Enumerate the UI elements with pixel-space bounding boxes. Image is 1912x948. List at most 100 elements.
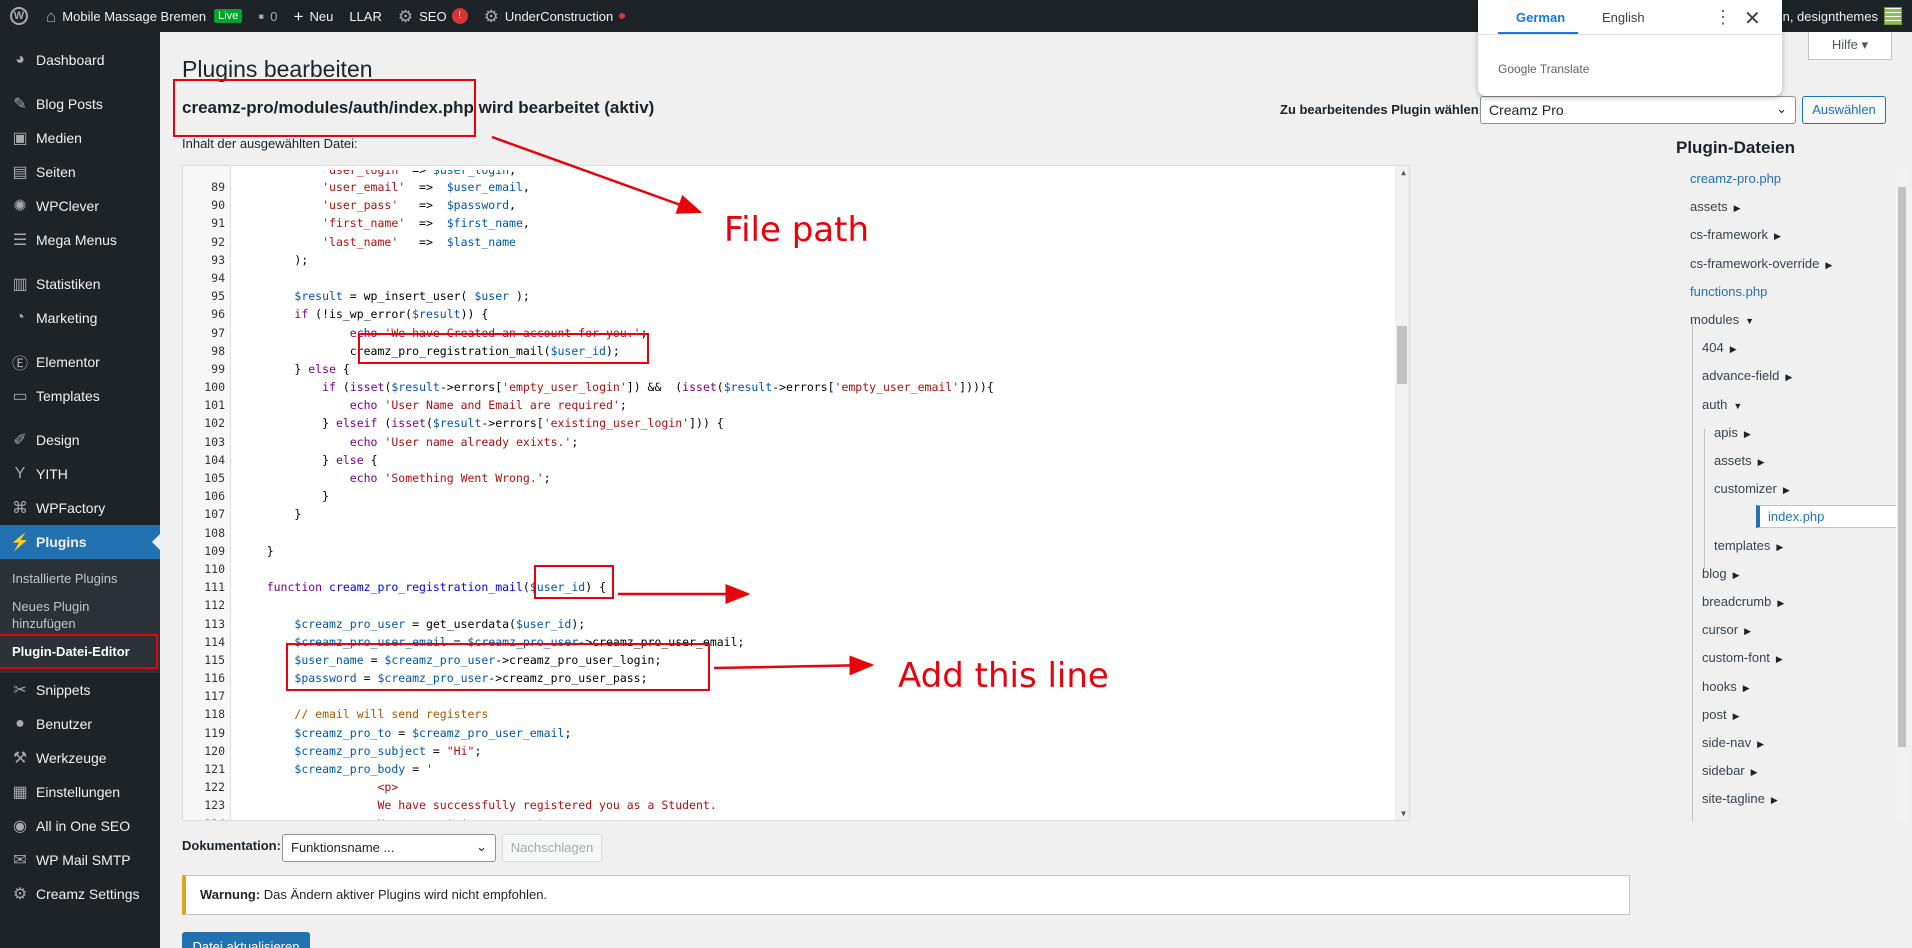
- file-tree-item[interactable]: cs-framework ▶: [1690, 227, 1781, 242]
- code-line[interactable]: 123 We have successfully registered you …: [183, 796, 1409, 814]
- file-tree-item[interactable]: assets ▶: [1714, 453, 1765, 468]
- code-line[interactable]: 99 } else {: [183, 360, 1409, 378]
- tab-english[interactable]: English: [1602, 10, 1645, 25]
- code-line[interactable]: 120 $creamz_pro_subject = "Hi";: [183, 742, 1409, 760]
- code-editor[interactable]: 'user_login' => $user_login, 89 'user_ema…: [182, 165, 1410, 821]
- close-icon[interactable]: ✕: [1744, 6, 1761, 31]
- code-line[interactable]: 97 echo 'We have Created an account for …: [183, 324, 1409, 342]
- sidebar-item-blog-posts[interactable]: ✎ Blog Posts: [0, 87, 160, 121]
- sidebar-item-mega-menus[interactable]: ☰ Mega Menus: [0, 223, 160, 257]
- sidebar-item-design[interactable]: ✐ Design: [0, 423, 160, 457]
- sidebar-item-seiten[interactable]: ▤ Seiten: [0, 155, 160, 189]
- code-line[interactable]: 100 if (isset($result->errors['empty_use…: [183, 378, 1409, 396]
- sidebar-item-yith[interactable]: Y YITH: [0, 457, 160, 491]
- code-line[interactable]: 110: [183, 560, 1409, 578]
- sidebar-item-templates[interactable]: ▭ Templates: [0, 379, 160, 413]
- tab-german[interactable]: German: [1516, 10, 1565, 25]
- file-tree-item[interactable]: post ▶: [1702, 707, 1740, 722]
- submenu-item-0[interactable]: Installierte Plugins: [0, 565, 160, 593]
- site-name-link[interactable]: ⌂ Mobile Massage Bremen Live: [38, 0, 250, 32]
- sidebar-item-medien[interactable]: ▣ Medien: [0, 121, 160, 155]
- scroll-up-icon[interactable]: ▲: [1401, 168, 1406, 177]
- code-line[interactable]: 94: [183, 269, 1409, 287]
- more-options-icon[interactable]: ⋮: [1714, 7, 1732, 28]
- file-tree-item[interactable]: sidebar ▶: [1702, 763, 1758, 778]
- file-tree-item[interactable]: apis ▶: [1714, 425, 1751, 440]
- code-line[interactable]: 113 $creamz_pro_user = get_userdata($use…: [183, 615, 1409, 633]
- sidebar-item-dashboard[interactable]: ◕ Dashboard: [0, 43, 160, 77]
- new-content-link[interactable]: + Neu: [286, 0, 342, 32]
- code-line[interactable]: 124 Username ='.$user_name.';: [183, 815, 1409, 820]
- file-tree-item[interactable]: assets ▶: [1690, 199, 1741, 214]
- underconstruction-link[interactable]: ⚙ UnderConstruction: [476, 0, 634, 32]
- code-line[interactable]: 121 $creamz_pro_body = ': [183, 760, 1409, 778]
- lookup-button[interactable]: Nachschlagen: [502, 834, 602, 862]
- code-line[interactable]: 105 echo 'Something Went Wrong.';: [183, 469, 1409, 487]
- code-line[interactable]: 104 } else {: [183, 451, 1409, 469]
- sidebar-item-all-in-one-seo[interactable]: ◉ All in One SEO: [0, 809, 160, 843]
- file-tree-item[interactable]: advance-field ▶: [1702, 368, 1792, 383]
- file-tree-scrollbar[interactable]: [1896, 167, 1908, 822]
- code-line[interactable]: 122 <p>: [183, 778, 1409, 796]
- code-line[interactable]: 98 creamz_pro_registration_mail($user_id…: [183, 342, 1409, 360]
- help-button[interactable]: Hilfe ▾: [1808, 32, 1892, 60]
- code-line[interactable]: 116 $password = $creamz_pro_user->creamz…: [183, 669, 1409, 687]
- sidebar-item-creamz-settings[interactable]: ⚙ Creamz Settings: [0, 877, 160, 911]
- choose-plugin-button[interactable]: Auswählen: [1802, 96, 1886, 124]
- sidebar-item-elementor[interactable]: Ⓔ Elementor: [0, 345, 160, 379]
- code-line[interactable]: 108: [183, 524, 1409, 542]
- file-tree-item[interactable]: hooks ▶: [1702, 679, 1750, 694]
- file-tree-item[interactable]: index.php: [1756, 505, 1907, 529]
- file-tree-item[interactable]: 404 ▶: [1702, 340, 1737, 355]
- code-line[interactable]: 109 }: [183, 542, 1409, 560]
- scroll-down-icon[interactable]: ▼: [1401, 809, 1406, 818]
- file-tree-item[interactable]: site-title▶: [1702, 820, 1760, 822]
- sidebar-item-werkzeuge[interactable]: ⚒ Werkzeuge: [0, 741, 160, 775]
- submenu-item-2[interactable]: Plugin-Datei-Editor: [0, 633, 158, 670]
- file-tree-item[interactable]: custom-font ▶: [1702, 650, 1783, 665]
- comments-link[interactable]: ▪ 0: [250, 0, 285, 32]
- code-line[interactable]: 117: [183, 687, 1409, 705]
- sidebar-item-statistiken[interactable]: ▥ Statistiken: [0, 267, 160, 301]
- sidebar-item-einstellungen[interactable]: ▦ Einstellungen: [0, 775, 160, 809]
- file-tree-item[interactable]: site-tagline ▶: [1702, 791, 1778, 806]
- code-line[interactable]: 93 );: [183, 251, 1409, 269]
- code-line[interactable]: 112: [183, 596, 1409, 614]
- code-line[interactable]: 119 $creamz_pro_to = $creamz_pro_user_em…: [183, 724, 1409, 742]
- code-line[interactable]: 118 // email will send registers: [183, 705, 1409, 723]
- file-tree-item[interactable]: cursor ▶: [1702, 622, 1751, 637]
- file-tree-item[interactable]: auth ▼: [1702, 397, 1742, 412]
- sidebar-item-marketing[interactable]: ◔ Marketing: [0, 301, 160, 335]
- code-line[interactable]: 114 $creamz_pro_user_email = $creamz_pro…: [183, 633, 1409, 651]
- sidebar-item-wpfactory[interactable]: ⌘ WPFactory: [0, 491, 160, 525]
- code-line[interactable]: 95 $result = wp_insert_user( $user );: [183, 287, 1409, 305]
- code-line[interactable]: 103 echo 'User name already exixts.';: [183, 433, 1409, 451]
- code-line[interactable]: 107 }: [183, 505, 1409, 523]
- submenu-item-1[interactable]: Neues Plugin hinzufügen: [0, 593, 160, 638]
- file-tree-item[interactable]: creamz-pro.php: [1690, 171, 1781, 186]
- code-line[interactable]: 101 echo 'User Name and Email are requir…: [183, 396, 1409, 414]
- sidebar-item-wp-mail-smtp[interactable]: ✉ WP Mail SMTP: [0, 843, 160, 877]
- function-name-select[interactable]: Funktionsname ... ⌄: [282, 834, 496, 862]
- code-line[interactable]: 115 $user_name = $creamz_pro_user->cream…: [183, 651, 1409, 669]
- file-tree-item[interactable]: modules ▼: [1690, 312, 1754, 327]
- file-tree-item[interactable]: breadcrumb ▶: [1702, 594, 1784, 609]
- file-tree-item[interactable]: templates ▶: [1714, 538, 1783, 553]
- code-line[interactable]: 96 if (!is_wp_error($result)) {: [183, 305, 1409, 323]
- code-line[interactable]: 89 'user_email' => $user_email,: [183, 178, 1409, 196]
- code-line[interactable]: 102 } elseif (isset($result->errors['exi…: [183, 414, 1409, 432]
- editor-scrollbar[interactable]: ▲ ▼: [1395, 166, 1409, 820]
- sidebar-item-benutzer[interactable]: ● Benutzer: [0, 707, 160, 741]
- seo-link[interactable]: ⚙ SEO!: [390, 0, 476, 32]
- user-account-link[interactable]: n, designthemes: [1783, 0, 1902, 32]
- editor-scroll-thumb[interactable]: [1397, 326, 1407, 384]
- sidebar-item-snippets[interactable]: ✂ Snippets: [0, 673, 160, 707]
- plugin-select[interactable]: Creamz Pro ⌄: [1480, 96, 1796, 124]
- file-tree-scroll-thumb[interactable]: [1898, 187, 1906, 747]
- update-file-button[interactable]: Datei aktualisieren: [182, 932, 310, 948]
- sidebar-item-plugins[interactable]: ⚡ Plugins: [0, 525, 160, 559]
- file-tree-item[interactable]: functions.php: [1690, 284, 1767, 299]
- wordpress-logo-icon[interactable]: W: [0, 0, 38, 32]
- sidebar-item-wpclever[interactable]: ✺ WPClever: [0, 189, 160, 223]
- file-tree-item[interactable]: cs-framework-override ▶: [1690, 256, 1832, 271]
